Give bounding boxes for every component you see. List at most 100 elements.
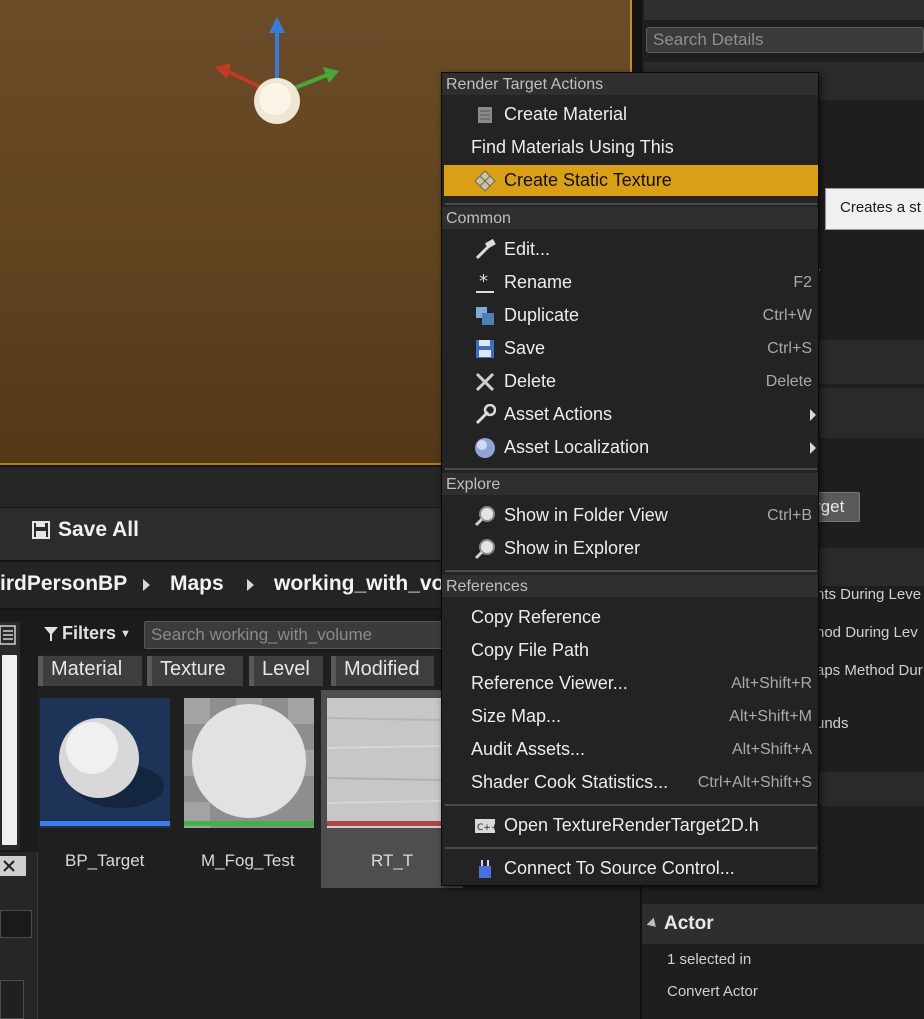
menu-item-reference-viewer[interactable]: Reference Viewer... Alt+Shift+R <box>444 668 818 699</box>
plug-icon <box>479 860 491 878</box>
menu-item-shortcut: Delete <box>765 373 812 390</box>
convert-actor-label[interactable]: Convert Actor <box>667 983 758 1000</box>
breadcrumb-item[interactable]: working_with_vol <box>274 572 450 596</box>
asset-search-input[interactable]: Search working_with_volume <box>144 621 444 649</box>
save-all-label: Save All <box>58 518 139 541</box>
transform-gizmo-icon[interactable] <box>205 15 345 130</box>
menu-item-label: Copy File Path <box>471 640 590 660</box>
menu-item-label: Connect To Source Control... <box>504 858 735 878</box>
asset-thumbnail-bp-target[interactable] <box>40 698 170 828</box>
menu-item-asset-actions[interactable]: Asset Actions <box>444 399 818 430</box>
filter-chip-texture[interactable]: Texture <box>147 656 243 686</box>
breadcrumb-item[interactable]: irdPersonBP <box>0 572 127 596</box>
menu-item-edit[interactable]: Edit... <box>444 234 818 265</box>
menu-item-rename[interactable]: * Rename F2 <box>444 267 818 298</box>
collection-field[interactable] <box>0 910 32 938</box>
menu-separator <box>445 847 817 849</box>
asset-name: BP_Target <box>65 851 145 870</box>
menu-item-open-source-file[interactable]: C++ Open TextureRenderTarget2D.h <box>444 810 818 841</box>
details-search-input[interactable]: Search Details <box>646 27 924 53</box>
details-partial-text: aps Method Dur <box>816 662 923 679</box>
filters-button[interactable]: Filters ▼ <box>44 623 131 644</box>
menu-item-shortcut: Alt+Shift+R <box>731 675 812 692</box>
list-view-icon[interactable] <box>0 625 16 645</box>
filter-chip-material[interactable]: Material <box>38 656 142 686</box>
menu-item-audit-assets[interactable]: Audit Assets... Alt+Shift+A <box>444 734 818 765</box>
menu-item-show-in-explorer[interactable]: Show in Explorer <box>444 533 818 564</box>
menu-item-shortcut: Ctrl+W <box>762 307 812 324</box>
filter-chip-modified[interactable]: Modified <box>331 656 434 686</box>
menu-item-label: Reference Viewer... <box>471 673 628 693</box>
menu-item-connect-source-control[interactable]: Connect To Source Control... <box>444 853 818 884</box>
close-tab-icon[interactable] <box>0 856 26 876</box>
menu-item-label: Create Static Texture <box>504 170 672 190</box>
menu-item-label: Save <box>504 338 546 358</box>
search-icon <box>474 506 495 527</box>
menu-item-save[interactable]: Save Ctrl+S <box>444 333 818 364</box>
menu-item-label: Asset Actions <box>504 404 613 424</box>
details-partial-text: nts During Leve <box>816 586 922 603</box>
menu-item-shader-cook-statistics[interactable]: Shader Cook Statistics... Ctrl+Alt+Shift… <box>444 767 818 798</box>
menu-item-find-materials[interactable]: Find Materials Using This <box>444 132 818 163</box>
menu-item-size-map[interactable]: Size Map... Alt+Shift+M <box>444 701 818 732</box>
menu-item-label: Open TextureRenderTarget2D.h <box>504 815 759 835</box>
duplicate-icon <box>476 307 494 325</box>
filters-label: Filters <box>62 623 117 643</box>
submenu-arrow-icon <box>810 409 816 421</box>
tooltip: Creates a st <box>825 188 924 230</box>
noise-texture-icon <box>326 698 442 826</box>
material-sphere-icon <box>184 698 314 828</box>
submenu-arrow-icon <box>810 442 816 454</box>
details-partial-text: hod During Lev <box>816 624 918 641</box>
menu-item-label: Rename <box>504 272 573 292</box>
menu-item-create-material[interactable]: Create Material <box>444 99 818 130</box>
save-all-button[interactable]: Save All <box>32 518 139 542</box>
breadcrumb-item[interactable]: Maps <box>170 572 224 596</box>
breadcrumb-arrow-icon[interactable] <box>247 579 254 591</box>
menu-item-delete[interactable]: Delete Delete <box>444 366 818 397</box>
menu-item-shortcut: Alt+Shift+M <box>729 708 812 725</box>
rename-icon: * <box>476 272 494 293</box>
filter-icon <box>44 626 58 641</box>
actor-section-title: Actor <box>664 913 714 934</box>
globe-icon <box>475 438 495 458</box>
wrench-icon <box>475 404 496 425</box>
asset-context-menu: Render Target Actions Create Material Fi… <box>441 72 819 886</box>
menu-item-shortcut: Ctrl+S <box>767 340 812 357</box>
section-common: Common <box>446 210 511 227</box>
menu-item-shortcut: Alt+Shift+A <box>731 741 812 758</box>
details-tab-bar <box>644 0 924 20</box>
menu-item-shortcut: F2 <box>793 274 812 291</box>
filter-chip-level[interactable]: Level <box>249 656 323 686</box>
menu-item-label: Delete <box>504 371 557 391</box>
chevron-down-icon: ▼ <box>120 627 131 640</box>
menu-item-duplicate[interactable]: Duplicate Ctrl+W <box>444 300 818 331</box>
menu-item-label: Find Materials Using This <box>471 137 674 157</box>
menu-item-copy-reference[interactable]: Copy Reference <box>444 602 818 633</box>
texture-icon <box>474 170 496 192</box>
menu-item-label: Copy Reference <box>471 607 602 627</box>
menu-item-show-in-folder-view[interactable]: Show in Folder View Ctrl+B <box>444 500 818 531</box>
asset-thumbnail-rt-t[interactable] <box>326 698 442 828</box>
section-references: References <box>446 578 528 595</box>
menu-item-label: Shader Cook Statistics... <box>471 772 669 792</box>
asset-thumbnail-m-fog-test[interactable] <box>184 698 314 828</box>
menu-item-asset-localization[interactable]: Asset Localization <box>444 432 818 463</box>
sphere-icon <box>40 718 170 826</box>
sources-tree[interactable] <box>2 655 17 845</box>
menu-item-create-static-texture[interactable]: Create Static Texture <box>444 165 818 196</box>
menu-separator <box>445 468 817 470</box>
menu-separator <box>445 804 817 806</box>
menu-item-label: Size Map... <box>471 706 562 726</box>
actor-selected-text: 1 selected in <box>667 951 752 968</box>
menu-item-label: Edit... <box>504 239 551 259</box>
svg-text:C++: C++ <box>477 823 496 833</box>
menu-item-copy-file-path[interactable]: Copy File Path <box>444 635 818 666</box>
breadcrumb-arrow-icon[interactable] <box>143 579 150 591</box>
details-partial-text: unds <box>816 715 849 732</box>
menu-item-label: Create Material <box>504 104 628 124</box>
delete-icon <box>475 372 495 392</box>
collection-field[interactable] <box>0 980 24 1019</box>
menu-item-label: Audit Assets... <box>471 739 586 759</box>
material-icon <box>478 107 492 123</box>
